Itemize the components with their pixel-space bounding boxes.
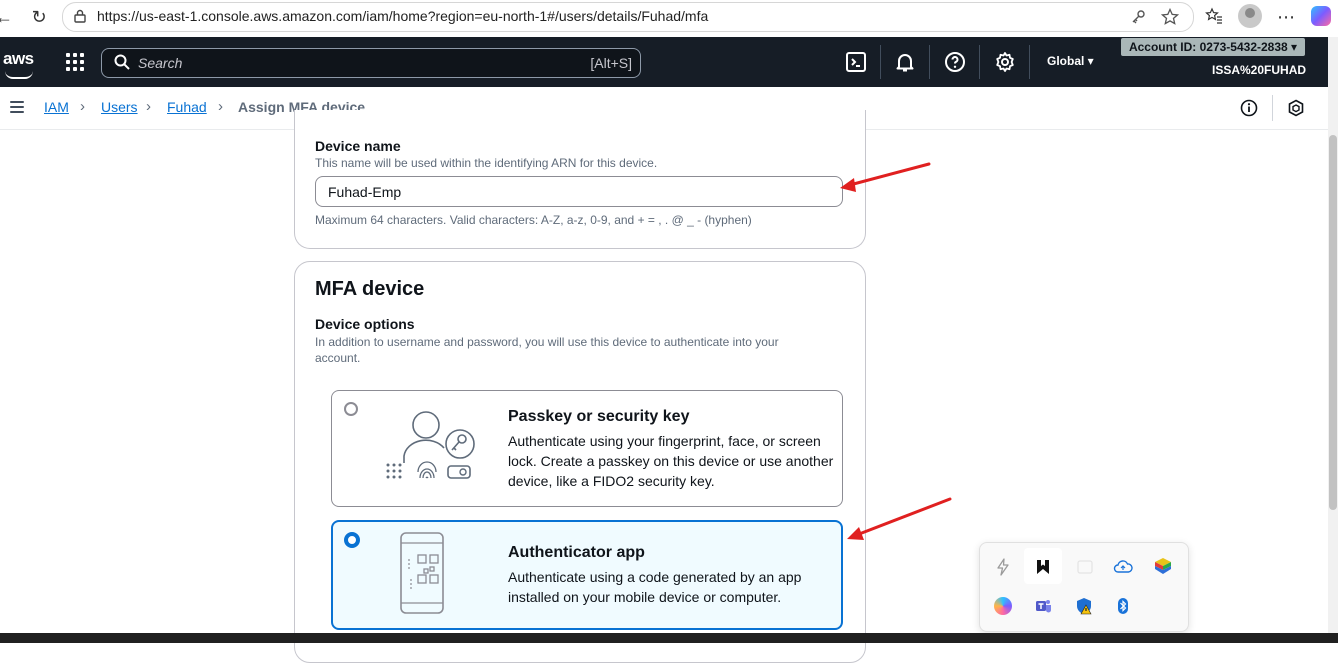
scrollbar-thumb[interactable] [1329, 135, 1337, 510]
crumb-divider [1272, 95, 1273, 121]
region-selector[interactable]: Global ▾ [1047, 54, 1094, 68]
aws-top-nav: aws Search [Alt+S] Global ▾ Account ID: … [0, 37, 1328, 87]
help-icon[interactable] [943, 50, 967, 74]
security-panel-icon[interactable] [1287, 99, 1305, 117]
copilot-icon[interactable] [1311, 6, 1331, 26]
refresh-icon[interactable]: ↻ [27, 5, 51, 29]
radio-passkey[interactable] [344, 402, 358, 416]
mfa-device-title: MFA device [315, 278, 425, 300]
back-icon[interactable]: ← [0, 5, 16, 29]
chevron-right-icon: › [80, 98, 85, 115]
breadcrumb-users[interactable]: Users [101, 99, 138, 115]
address-bar[interactable]: https://us-east-1.console.aws.amazon.com… [62, 2, 1194, 32]
breadcrumb-iam[interactable]: IAM [44, 99, 69, 115]
onedrive-cloud-icon[interactable] [1113, 557, 1133, 577]
notifications-bell-icon[interactable] [893, 50, 917, 74]
settings-gear-icon[interactable] [993, 50, 1017, 74]
account-id-badge[interactable]: Account ID: 0273-5432-2838 ▾ [1121, 38, 1305, 56]
search-icon [114, 54, 130, 70]
aws-logo-smile [5, 71, 33, 79]
search-placeholder: Search [138, 55, 183, 71]
option-authenticator-title: Authenticator app [508, 544, 645, 561]
key-icon[interactable] [1130, 9, 1146, 25]
passkey-illustration-icon [386, 411, 475, 479]
teams-icon[interactable] [1033, 596, 1053, 616]
lightning-icon[interactable] [993, 557, 1013, 577]
aws-logo[interactable]: aws [3, 49, 34, 79]
radio-authenticator[interactable] [344, 532, 360, 548]
profile-avatar[interactable] [1238, 4, 1262, 28]
option-authenticator-description: Authenticate using a code generated by a… [508, 569, 802, 605]
bluestacks-icon[interactable] [1153, 556, 1173, 576]
device-name-constraint: Maximum 64 characters. Valid characters:… [315, 213, 752, 227]
favorite-star-icon[interactable] [1161, 8, 1179, 26]
aws-logo-text: aws [3, 49, 34, 68]
services-menu-icon[interactable] [66, 53, 84, 71]
favorites-icon[interactable] [1205, 7, 1223, 25]
device-name-label: Device name [315, 138, 401, 154]
device-options-description: In addition to username and password, yo… [315, 335, 779, 365]
copilot-tray-icon[interactable] [994, 597, 1012, 615]
blank-app-icon[interactable] [1075, 557, 1095, 577]
info-icon[interactable] [1240, 99, 1258, 117]
nav-divider [880, 45, 881, 79]
nav-divider [979, 45, 980, 79]
search-shortcut: [Alt+S] [590, 55, 632, 71]
option-passkey-description: Authenticate using your fingerprint, fac… [508, 433, 834, 489]
more-options-icon[interactable]: ⋯ [1274, 5, 1298, 29]
nav-divider [929, 45, 930, 79]
hamburger-menu-icon[interactable] [10, 101, 24, 113]
nav-divider [1029, 45, 1030, 79]
annotation-arrow-icon [847, 497, 952, 540]
search-input[interactable]: Search [Alt+S] [101, 48, 641, 78]
annotation-arrow-icon [840, 162, 931, 192]
breadcrumb-fuhad[interactable]: Fuhad [167, 99, 207, 115]
chevron-right-icon: › [218, 98, 223, 115]
bluetooth-icon[interactable] [1113, 596, 1133, 616]
taskbar [0, 633, 1338, 643]
lock-icon [74, 9, 86, 23]
cloudshell-icon[interactable] [844, 50, 868, 74]
url-text: https://us-east-1.console.aws.amazon.com… [97, 8, 709, 24]
option-passkey-title: Passkey or security key [508, 408, 690, 425]
defender-warning-icon[interactable] [1074, 596, 1094, 616]
bookmark-app-icon[interactable] [1033, 557, 1053, 577]
authenticator-phone-icon [400, 532, 444, 614]
device-name-description: This name will be used within the identi… [315, 156, 658, 170]
device-options-label: Device options [315, 316, 415, 332]
user-menu[interactable]: ISSA%20FUHAD [1212, 63, 1306, 77]
device-name-input[interactable]: Fuhad-Emp [315, 176, 843, 207]
browser-toolbar: ← ↻ https://us-east-1.console.aws.amazon… [0, 0, 1338, 38]
chevron-right-icon: › [146, 98, 151, 115]
